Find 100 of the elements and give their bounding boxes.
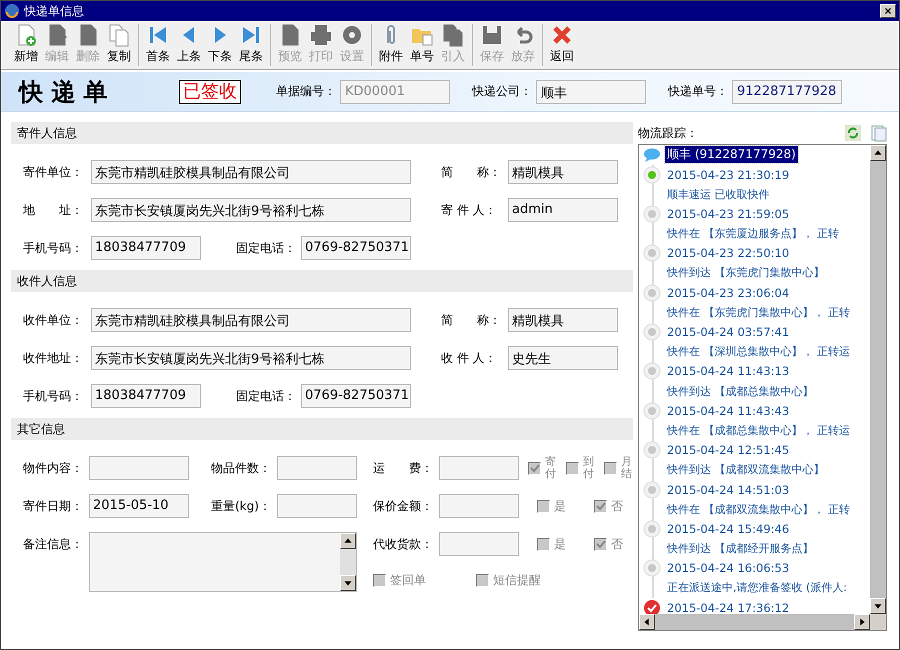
field-label: 备注信息： [23, 536, 84, 554]
scroll-arrow-down-button[interactable] [340, 575, 356, 592]
event-time: 2015-04-24 17:36:12 [667, 600, 790, 614]
previous-button[interactable]: 上条 [174, 23, 204, 67]
field-label: 地 址： [23, 202, 84, 218]
event-text: 快件到达 【成都双流集散中心】 [667, 462, 824, 478]
scrollbar[interactable] [340, 533, 356, 592]
next-button[interactable]: 下条 [205, 23, 235, 67]
field-label: 简 称： [441, 164, 502, 180]
event-time: 2015-04-24 14:51:03 [667, 482, 790, 497]
text-field[interactable]: 18038477709 [91, 384, 201, 408]
checkbox-label: 签回单 [390, 572, 426, 590]
checkbox[interactable] [537, 500, 550, 513]
scroll-arrow-right-button[interactable] [854, 614, 870, 630]
text-field[interactable]: 精凯模具 [508, 160, 618, 184]
checkbox-label: 否 [611, 536, 623, 553]
printer-icon [309, 23, 333, 47]
text-field[interactable]: 18038477709 [91, 236, 201, 260]
attachment-button[interactable]: 附件 [376, 23, 406, 67]
scroll-arrow-left-button[interactable] [639, 614, 655, 630]
field-label: 物品件数： [211, 460, 272, 477]
field-label: 物件内容： [23, 460, 84, 477]
field-label: 寄件单位： [23, 164, 84, 180]
number-button[interactable]: 单号 [407, 23, 437, 67]
scroll-arrow-down-button[interactable] [870, 598, 886, 614]
checkbox[interactable] [594, 538, 607, 551]
event-text: 快件在 【成都总集散中心】， 正转运 [667, 422, 850, 438]
text-field[interactable]: 0769-82750371 [301, 236, 411, 260]
event-time: 2015-04-24 11:43:43 [667, 404, 790, 418]
section-header: 寄件人信息 [11, 122, 633, 144]
refresh-icon[interactable] [845, 125, 861, 141]
event-text: 快件在 【东莞厦边服务点】， 正转 [667, 226, 839, 242]
event-text: 顺丰速运 已收取快件 [667, 186, 770, 202]
section-header: 收件人信息 [11, 270, 633, 292]
scroll-arrow-up-button[interactable] [340, 533, 356, 550]
event-text: 快件在 【深圳总集散中心】， 正转运 [667, 344, 850, 360]
tracking-header[interactable]: 顺丰 (912287177928) [665, 146, 798, 164]
field-label: 寄件日期： [23, 498, 84, 515]
event-text: 快件到达 【东莞虎门集散中心】 [667, 265, 824, 280]
text-field[interactable]: 2015-05-10 [89, 494, 189, 518]
checkbox-label: 短信提醒 [493, 572, 541, 590]
text-field[interactable]: 0769-82750371 [301, 384, 411, 408]
last-button[interactable]: 尾条 [236, 23, 266, 67]
back-button[interactable]: 返回 [547, 23, 577, 67]
checkbox[interactable] [566, 462, 579, 475]
section-header: 其它信息 [11, 418, 633, 440]
field-label: 手机号码： [23, 388, 84, 404]
text-field[interactable] [89, 456, 189, 480]
checkbox-label: 月结 [621, 456, 632, 480]
field-label: 简 称： [441, 312, 502, 328]
copy-button[interactable]: 复制 [104, 23, 134, 67]
field-label: 重量(kg)： [211, 498, 272, 515]
text-field[interactable]: 东莞市长安镇厦岗先兴北街9号裕利七栋 [91, 346, 411, 370]
text-field[interactable] [439, 494, 519, 518]
scrollbar[interactable] [639, 614, 870, 630]
checkbox-label: 是 [554, 536, 566, 553]
event-text: 快件到达 【成都总集散中心】 [667, 384, 814, 399]
close-button[interactable]: × [880, 4, 896, 18]
panel-title: 物流跟踪： [638, 124, 699, 142]
checkbox[interactable] [528, 462, 541, 475]
event-text: 快件到达 【成都经开服务点】 [667, 541, 814, 556]
checkbox-label: 否 [611, 498, 623, 515]
text-field[interactable]: admin [508, 198, 618, 222]
status-stamp: 已签收 [179, 80, 241, 104]
event-time: 2015-04-23 23:06:04 [667, 286, 790, 300]
first-button[interactable]: 首条 [143, 23, 173, 67]
text-field[interactable]: 东莞市精凯硅胶模具制品有限公司 [91, 160, 411, 184]
text-field[interactable] [277, 494, 357, 518]
field-label: 收件单位： [23, 312, 84, 328]
text-field[interactable]: 912287177928 [732, 80, 842, 104]
form-title: 快 递 单 [19, 76, 109, 108]
checkbox-label: 是 [554, 498, 566, 515]
checkbox[interactable] [373, 574, 386, 588]
text-field[interactable]: 史先生 [508, 346, 618, 370]
pages-icon [107, 23, 131, 47]
new-button[interactable]: 新增 [11, 23, 41, 67]
checkbox[interactable] [537, 538, 550, 551]
scroll-arrow-up-button[interactable] [870, 145, 886, 161]
scrollbar[interactable] [870, 145, 886, 614]
text-field[interactable] [439, 456, 519, 480]
field-label: 快递单号： [668, 83, 728, 100]
event-time: 2015-04-24 12:51:45 [667, 443, 790, 458]
checkbox[interactable] [476, 574, 489, 588]
field-label: 固定电话： [236, 388, 297, 404]
field-label: 代收货款： [373, 536, 434, 553]
pages-icon [441, 23, 465, 47]
event-text: 快件在 【成都双流集散中心】， 正转 [667, 502, 850, 517]
event-time: 2015-04-23 21:59:05 [667, 206, 790, 221]
app-logo-icon [4, 3, 20, 19]
text-field[interactable]: 精凯模具 [508, 308, 618, 332]
window-title: 快递单信息 [24, 2, 85, 20]
event-text: 快件在 【东莞虎门集散中心】， 正转 [667, 304, 850, 320]
checkbox[interactable] [604, 462, 617, 475]
field-label: 收 件 人： [441, 350, 498, 366]
text-field[interactable] [439, 532, 519, 556]
text-field[interactable] [277, 456, 357, 480]
text-field[interactable]: 顺丰 [536, 80, 646, 104]
text-field[interactable]: 东莞市精凯硅胶模具制品有限公司 [91, 308, 411, 332]
checkbox[interactable] [594, 500, 607, 513]
text-field[interactable]: 东莞市长安镇厦岗先兴北街9号裕利七栋 [91, 198, 411, 222]
